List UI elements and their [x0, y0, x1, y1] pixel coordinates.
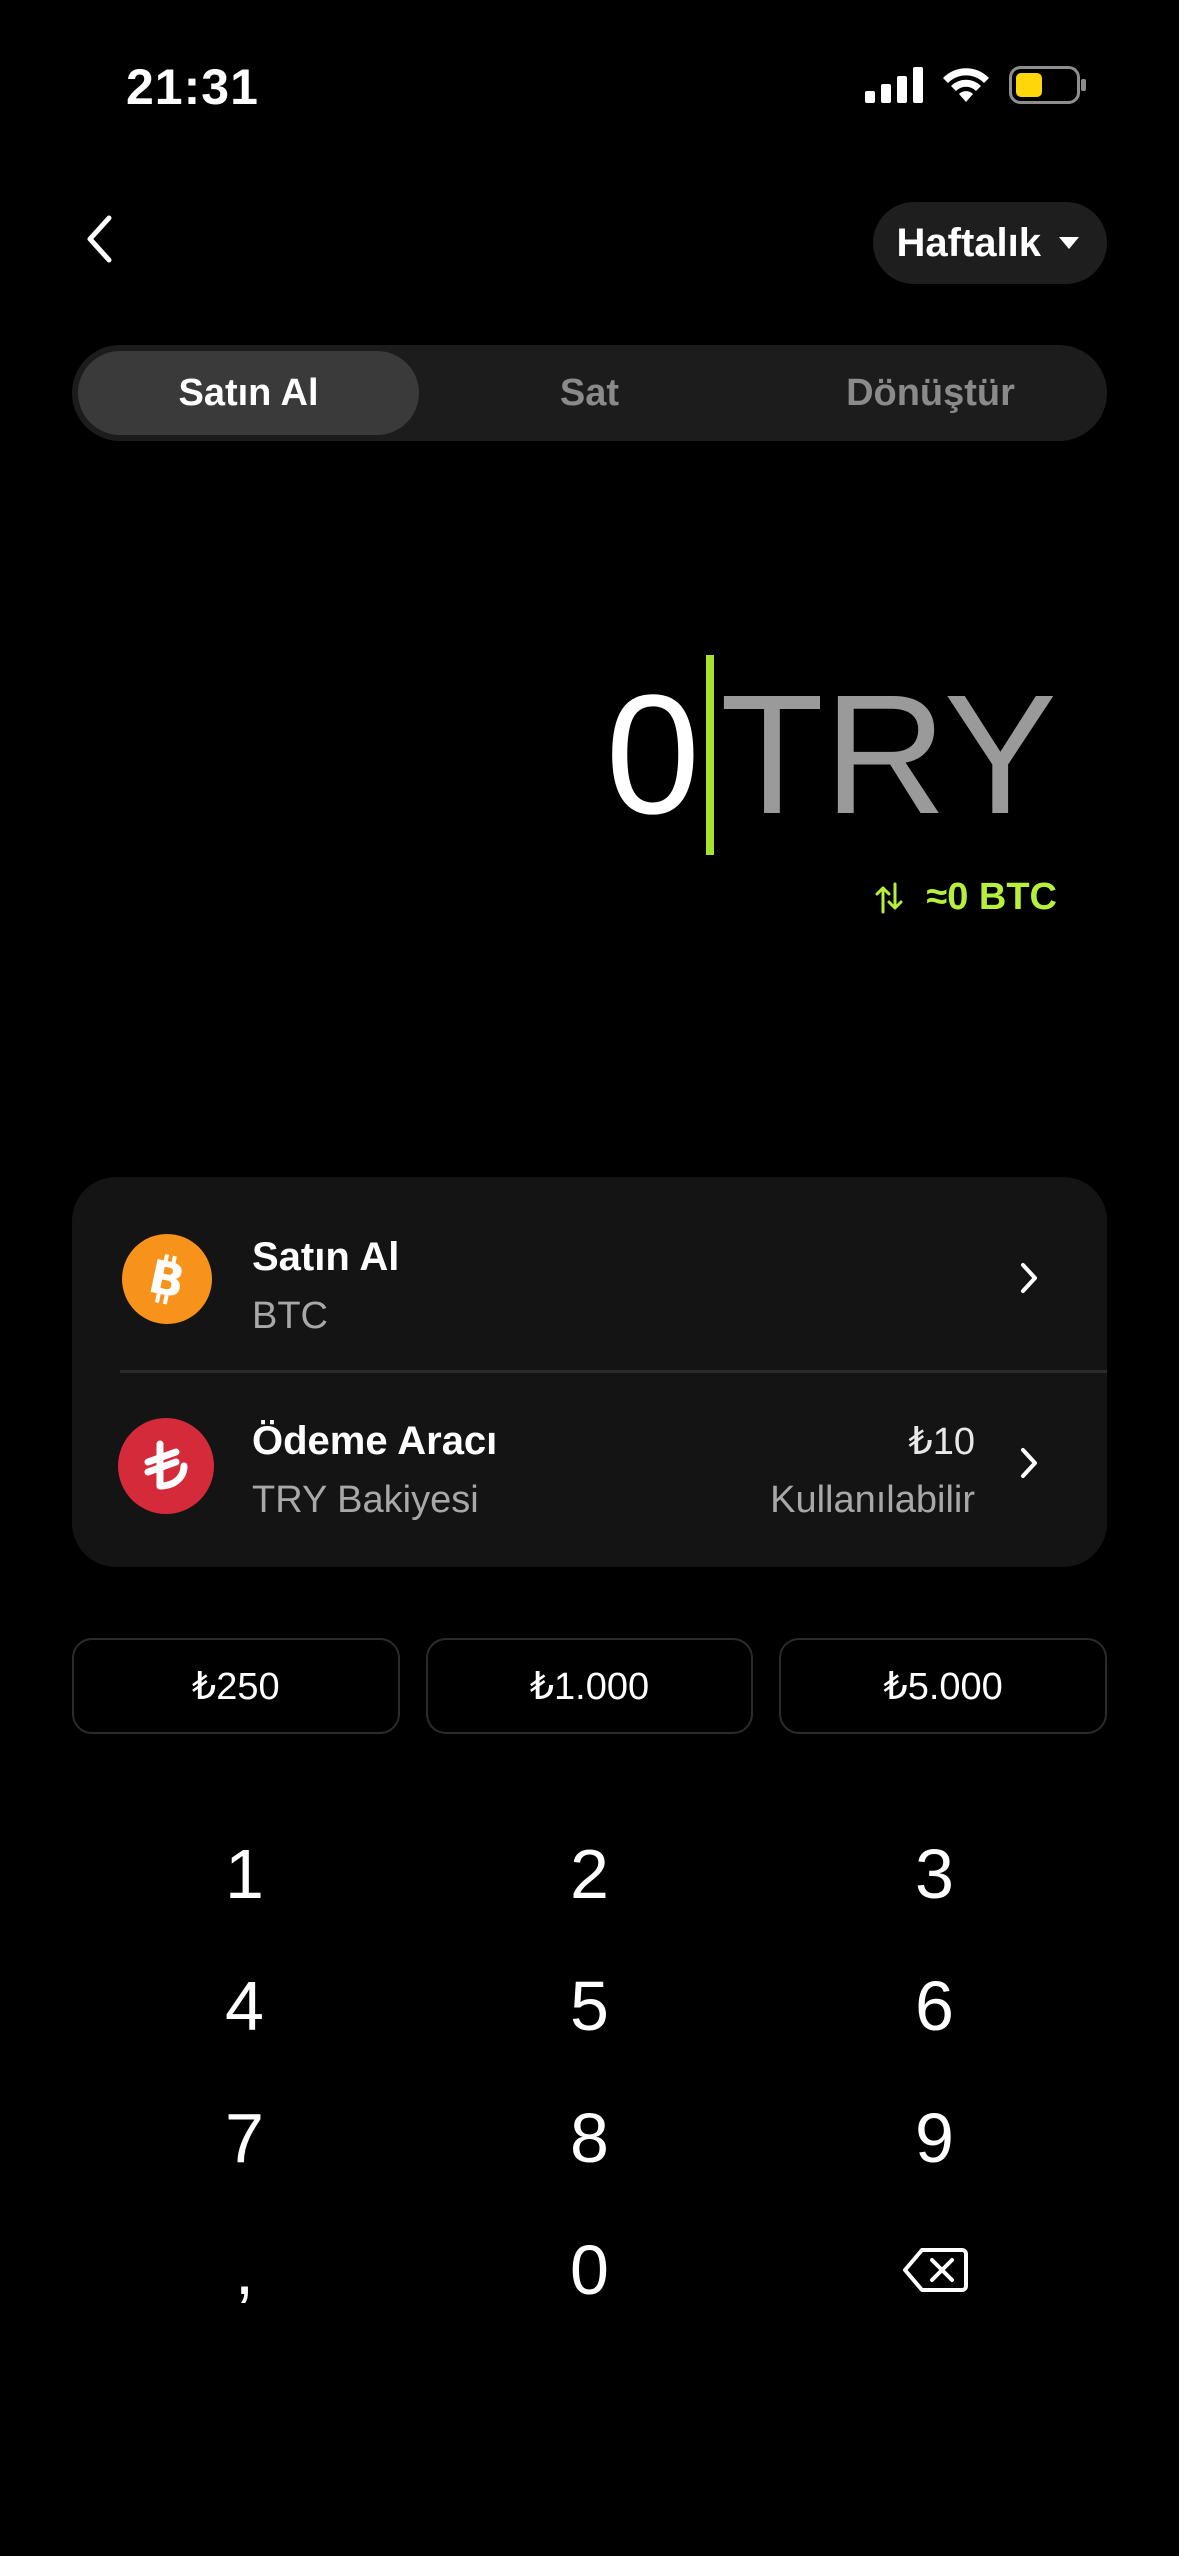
trade-tabs: Satın Al Sat Dönüştür — [72, 345, 1107, 441]
text-cursor — [706, 655, 715, 855]
amount-value: 0 — [605, 660, 701, 850]
key-6[interactable]: 6 — [762, 1940, 1107, 2072]
conversion-value: ≈0 BTC — [926, 876, 1057, 918]
status-bar: 21:31 — [0, 0, 1179, 170]
numeric-keypad: 1 2 3 4 5 6 7 8 9 , 0 — [72, 1808, 1107, 2336]
period-label: Haftalık — [896, 220, 1042, 265]
tab-buy[interactable]: Satın Al — [78, 351, 419, 435]
key-3[interactable]: 3 — [762, 1808, 1107, 1940]
swap-arrows-icon — [875, 882, 903, 913]
tab-convert[interactable]: Dönüştür — [760, 351, 1101, 435]
key-2[interactable]: 2 — [417, 1808, 762, 1940]
key-decimal[interactable]: , — [72, 2204, 417, 2336]
payment-method-row[interactable]: Ödeme Aracı TRY Bakiyesi ₺10 Kullanılabi… — [72, 1373, 1107, 1557]
wifi-icon — [943, 68, 989, 102]
key-backspace[interactable] — [762, 2204, 1107, 2336]
lira-icon — [118, 1418, 214, 1514]
payment-title: Ödeme Aracı — [252, 1419, 498, 1463]
key-5[interactable]: 5 — [417, 1940, 762, 2072]
preset-5000[interactable]: ₺5.000 — [779, 1638, 1108, 1734]
key-0[interactable]: 0 — [417, 2204, 762, 2336]
status-icons — [865, 66, 1087, 104]
period-dropdown[interactable]: Haftalık — [872, 202, 1107, 284]
chevron-right-icon — [1009, 1443, 1049, 1483]
conversion-toggle[interactable]: ≈0 BTC — [874, 876, 1057, 919]
payment-subtitle: TRY Bakiyesi — [252, 1479, 479, 1521]
back-button[interactable] — [72, 212, 126, 266]
preset-amounts: ₺250 ₺1.000 ₺5.000 — [72, 1638, 1108, 1734]
tab-sell[interactable]: Sat — [419, 351, 760, 435]
preset-250[interactable]: ₺250 — [72, 1638, 400, 1734]
amount-display: 0 TRY — [606, 650, 1057, 860]
asset-title: Satın Al — [252, 1235, 400, 1279]
caret-down-icon — [1059, 237, 1079, 249]
key-4[interactable]: 4 — [72, 1940, 417, 2072]
backspace-icon — [902, 2248, 968, 2292]
status-time: 21:31 — [126, 59, 259, 115]
payment-balance: ₺10 — [908, 1421, 975, 1463]
preset-1000[interactable]: ₺1.000 — [425, 1638, 754, 1734]
order-card: B Satın Al BTC Ödeme Aracı TRY Bakiyesi … — [72, 1177, 1107, 1567]
chevron-left-icon — [87, 215, 112, 263]
amount-currency: TRY — [720, 660, 1057, 850]
signal-icon — [865, 67, 923, 103]
chevron-right-icon — [1009, 1258, 1049, 1298]
key-7[interactable]: 7 — [72, 2072, 417, 2204]
asset-row[interactable]: B Satın Al BTC — [72, 1187, 1107, 1371]
key-9[interactable]: 9 — [762, 2072, 1107, 2204]
battery-icon — [1009, 66, 1086, 104]
bitcoin-icon: B — [122, 1234, 212, 1324]
payment-balance-label: Kullanılabilir — [770, 1479, 975, 1521]
key-8[interactable]: 8 — [417, 2072, 762, 2204]
asset-subtitle: BTC — [252, 1295, 328, 1337]
key-1[interactable]: 1 — [72, 1808, 417, 1940]
